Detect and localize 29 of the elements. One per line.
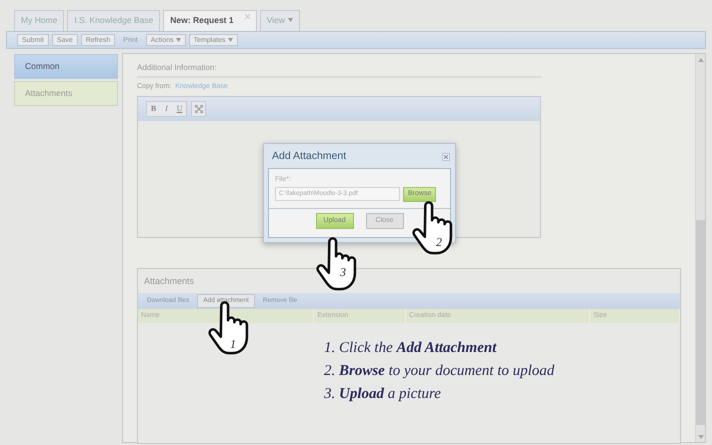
tab[interactable]: I.S. Knowledge Base (67, 10, 160, 31)
close-icon (444, 154, 448, 159)
tab[interactable]: New: Request 1 (163, 10, 257, 31)
instruction-line: 1. Click the Add Attachment (324, 338, 498, 358)
caret-icon (288, 18, 293, 22)
scrollbar-thumb[interactable] (696, 220, 705, 425)
tab[interactable]: My Home (14, 10, 64, 31)
step-number: 3 (340, 266, 346, 278)
instruction-line: 3. Upload a picture (324, 384, 442, 404)
scroll-down-icon (698, 435, 704, 439)
instruction-line: 2. Browse to your document to upload (324, 362, 556, 380)
dialog-title: Add Attachment (272, 149, 346, 164)
scroll-up-icon (698, 58, 704, 62)
caret-icon (176, 38, 181, 42)
scrollbar[interactable] (695, 54, 705, 442)
step-number: 2 (436, 236, 442, 248)
step-number: 1 (230, 338, 236, 350)
expand-icon (194, 104, 202, 112)
tab[interactable]: View (260, 10, 300, 31)
caret-icon (228, 38, 233, 42)
close-button[interactable] (442, 152, 450, 161)
sidebar-item[interactable]: Common (14, 54, 118, 79)
section-title: Additional Information: (137, 62, 541, 78)
italic-button[interactable]: I (160, 102, 173, 116)
bold-button[interactable]: B (147, 102, 160, 116)
sidebar-item[interactable]: Attachments (14, 80, 118, 106)
underline-button[interactable]: U (173, 102, 186, 116)
panel-title: Attachments (144, 276, 194, 286)
close-icon (244, 14, 250, 19)
